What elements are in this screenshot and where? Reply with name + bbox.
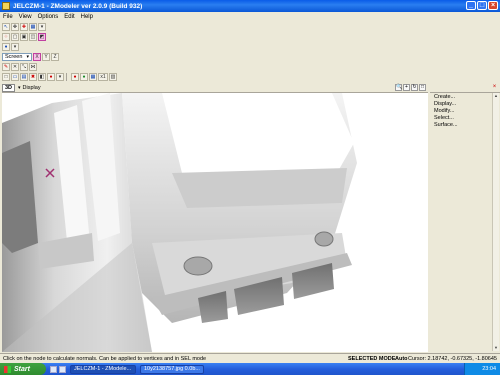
- chevron-down-icon: ▾: [26, 53, 29, 60]
- menu-help[interactable]: Help: [78, 14, 96, 20]
- toolbar-row-1: ↖ ✥ ✚ ▦ ▾: [2, 22, 46, 31]
- move-tool-icon[interactable]: ✥: [11, 22, 19, 31]
- play-icon[interactable]: ●: [80, 72, 88, 81]
- command-modify[interactable]: Modify...: [434, 108, 500, 115]
- command-list: Create... Display... Modify... Select...…: [430, 93, 500, 129]
- command-surface[interactable]: Surface...: [434, 122, 500, 129]
- viewport-header: 3D ▾ Display 🔍 + ↻ □: [2, 83, 428, 93]
- cube-edit-icon[interactable]: ▣: [20, 32, 28, 41]
- weld-tool-icon[interactable]: ⋈: [29, 62, 37, 71]
- menu-view[interactable]: View: [16, 14, 35, 20]
- menu-edit[interactable]: Edit: [61, 14, 77, 20]
- task-image-viewer[interactable]: 10y2138757.jpg 0.0b...: [140, 364, 204, 374]
- save-file-icon[interactable]: ▤: [20, 72, 28, 81]
- scale-tool-icon[interactable]: ⤡: [20, 62, 28, 71]
- settings-icon[interactable]: ▦: [89, 72, 97, 81]
- viewport-label[interactable]: 3D: [2, 83, 16, 92]
- drop-arrow-icon[interactable]: ▾: [11, 42, 19, 51]
- table-tool-icon[interactable]: ▦: [29, 22, 37, 31]
- viewport-name: Display: [22, 84, 41, 91]
- drop-tool-icon[interactable]: ♦: [2, 42, 10, 51]
- axis-y-button[interactable]: Y: [42, 52, 50, 61]
- quick-launch: [50, 365, 66, 373]
- start-label: Start: [14, 365, 30, 373]
- window-controls: _ □ ×: [466, 1, 498, 10]
- toolbar-row-5: ✎ ✕ ⤡ ⋈: [2, 62, 37, 71]
- 3d-viewport[interactable]: [2, 93, 428, 352]
- toolbar-row-3: ♦ ▾: [2, 42, 19, 51]
- command-panel-scrollbar[interactable]: ▲ ▼: [492, 93, 499, 351]
- desktop-icon[interactable]: [50, 365, 57, 373]
- rotate-icon[interactable]: ↻: [411, 84, 418, 91]
- axis-z-button[interactable]: Z: [51, 52, 59, 61]
- clock: 23:04: [482, 366, 496, 372]
- maximize-view-icon[interactable]: □: [419, 84, 426, 91]
- zoom-factor-button[interactable]: x1: [98, 72, 108, 81]
- task-zmodeler[interactable]: JELCZM-1 - ZModele...: [70, 364, 136, 374]
- cube-wire-icon[interactable]: ◫: [29, 32, 37, 41]
- toolbar-row-6: □ ▭ ▤ ✖ ◧ ● ▾ ● ● ▦ x1 ▥: [2, 72, 117, 81]
- command-display[interactable]: Display...: [434, 101, 500, 108]
- app-icon: [2, 2, 10, 10]
- record-icon[interactable]: ●: [71, 72, 79, 81]
- render-icon[interactable]: ◧: [38, 72, 46, 81]
- command-panel: × Create... Display... Modify... Select.…: [430, 83, 500, 352]
- toolbar-row-2: ⁘ ▢ ▣ ◫ ◩: [2, 32, 46, 41]
- status-auto: Auto: [395, 355, 408, 362]
- pick-tool-icon[interactable]: ✎: [2, 62, 10, 71]
- menu-bar: File View Options Edit Help: [0, 12, 500, 21]
- window-title: JELCZM-1 - ZModeler ver 2.0.9 (Build 932…: [13, 2, 143, 10]
- screen-dropdown[interactable]: Screen ▾: [2, 52, 32, 61]
- title-bar: JELCZM-1 - ZModeler ver 2.0.9 (Build 932…: [0, 0, 500, 12]
- material-arrow-icon[interactable]: ▾: [56, 72, 64, 81]
- vertex-mode-icon[interactable]: ⁘: [2, 32, 10, 41]
- pin-tool-icon[interactable]: ✚: [20, 22, 28, 31]
- material-icon[interactable]: ●: [47, 72, 55, 81]
- system-tray: 23:04: [464, 363, 500, 375]
- menu-file[interactable]: File: [0, 14, 16, 20]
- window-tile-icon[interactable]: ▥: [109, 72, 117, 81]
- delete-icon[interactable]: ✖: [29, 72, 37, 81]
- status-mode: SELECTED MODE: [348, 355, 396, 362]
- scroll-up-icon[interactable]: ▲: [493, 93, 499, 99]
- screen-dropdown-value: Screen: [5, 53, 23, 60]
- maximize-button[interactable]: □: [477, 1, 487, 10]
- cube-select-icon[interactable]: ▢: [11, 32, 19, 41]
- cross-tool-icon[interactable]: ✕: [11, 62, 19, 71]
- windows-logo-icon: [4, 365, 11, 373]
- command-create[interactable]: Create...: [434, 94, 500, 101]
- new-file-icon[interactable]: □: [2, 72, 10, 81]
- zoom-icon[interactable]: 🔍: [395, 84, 402, 91]
- bus-model-render: [2, 93, 357, 352]
- axis-x-button[interactable]: X: [33, 52, 41, 61]
- cube-highlight-icon[interactable]: ◩: [38, 32, 46, 41]
- select-tool-icon[interactable]: ↖: [2, 22, 10, 31]
- pan-icon[interactable]: +: [403, 84, 410, 91]
- status-cursor: Cursor: 2.18742, -0.67325, -1.80645: [408, 355, 497, 362]
- toolbar-row-4: Screen ▾ X Y Z: [2, 52, 59, 61]
- browser-icon[interactable]: [59, 365, 66, 373]
- status-bar: Click on the node to calculate normals. …: [0, 353, 500, 363]
- taskbar: Start JELCZM-1 - ZModele... 10y2138757.j…: [0, 363, 500, 375]
- command-panel-header: ×: [430, 83, 500, 93]
- close-icon[interactable]: ×: [491, 84, 498, 91]
- scroll-down-icon[interactable]: ▼: [493, 345, 499, 351]
- dropdown-arrow-icon[interactable]: ▾: [38, 22, 46, 31]
- close-button[interactable]: ×: [488, 1, 498, 10]
- viewport-controls: 🔍 + ↻ □: [395, 84, 426, 91]
- menu-options[interactable]: Options: [35, 14, 62, 20]
- minimize-button[interactable]: _: [466, 1, 476, 10]
- open-file-icon[interactable]: ▭: [11, 72, 19, 81]
- status-message: Click on the node to calculate normals. …: [3, 355, 207, 362]
- command-select[interactable]: Select...: [434, 115, 500, 122]
- start-button[interactable]: Start: [0, 363, 46, 375]
- chevron-down-icon[interactable]: ▾: [18, 85, 21, 91]
- toolbar-separator: [66, 72, 69, 81]
